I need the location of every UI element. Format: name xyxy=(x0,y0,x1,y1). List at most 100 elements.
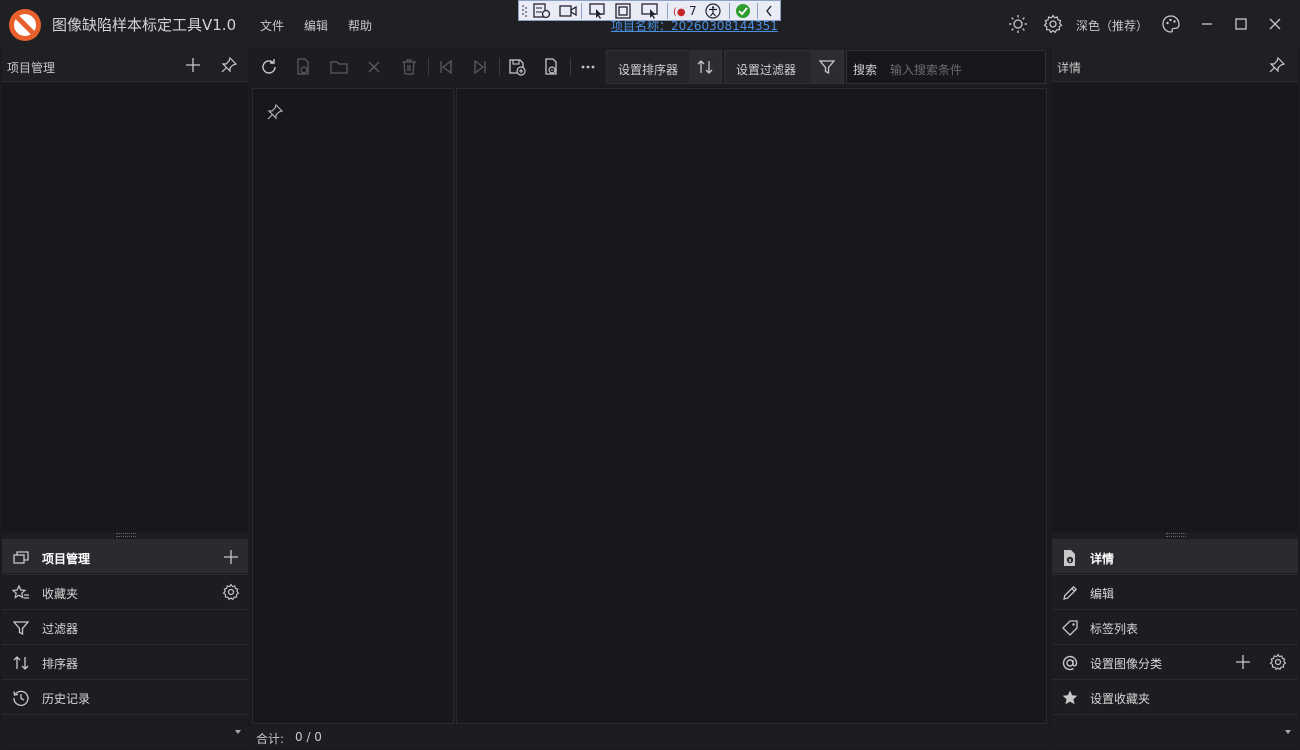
total-count: 0 / 0 xyxy=(295,730,322,744)
sorter-group: 设置排序器 xyxy=(606,50,722,84)
sun-icon[interactable] xyxy=(1007,13,1029,35)
svg-text:(●): (●) xyxy=(673,7,687,18)
binding-failures-count: 7 xyxy=(689,4,697,18)
project-icon xyxy=(13,551,29,564)
app-title: 图像缺陷样本标定工具V1.0 xyxy=(52,16,237,34)
menu-help[interactable]: 帮助 xyxy=(348,17,372,34)
menu-file[interactable]: 文件 xyxy=(260,17,284,34)
debug-toolbar: (●) 7 xyxy=(518,0,781,21)
app-logo-icon xyxy=(8,8,42,42)
nav-label: 收藏夹 xyxy=(42,587,79,601)
refresh-icon[interactable] xyxy=(259,57,279,77)
nav-image-category[interactable]: 设置图像分类 xyxy=(1052,644,1298,678)
nav-label: 项目管理 xyxy=(42,552,91,566)
set-filter-button[interactable]: 设置过滤器 xyxy=(736,61,796,78)
nav-edit[interactable]: 编辑 xyxy=(1052,574,1298,608)
theme-selector[interactable]: 深色（推荐） xyxy=(1076,17,1148,34)
nav-details[interactable]: 详情 xyxy=(1052,539,1298,573)
settings-gear-icon[interactable] xyxy=(1042,13,1064,35)
live-tree-icon[interactable] xyxy=(533,3,551,19)
add-category-icon[interactable] xyxy=(1234,653,1252,671)
sort-direction-button[interactable] xyxy=(689,51,721,83)
add-project-icon[interactable] xyxy=(184,56,202,74)
set-sorter-button[interactable]: 设置排序器 xyxy=(618,61,678,78)
filter-icon xyxy=(12,621,30,636)
minimize-icon[interactable] xyxy=(1196,13,1218,35)
first-icon[interactable] xyxy=(436,57,456,77)
track-focus-icon[interactable] xyxy=(641,3,661,19)
overflow-down-icon[interactable] xyxy=(234,729,242,735)
nav-history[interactable]: 历史记录 xyxy=(2,679,248,713)
right-panel-header: 详情 xyxy=(1052,48,1298,82)
nav-label: 详情 xyxy=(1090,552,1115,566)
nav-set-favorites[interactable]: 设置收藏夹 xyxy=(1052,679,1298,713)
search-box[interactable]: 搜索 输入搜索条件 xyxy=(846,50,1046,84)
overflow-down-icon[interactable] xyxy=(1284,729,1292,735)
collapse-icon[interactable] xyxy=(763,3,775,19)
check-icon[interactable] xyxy=(735,3,751,19)
select-element-icon[interactable] xyxy=(589,3,607,19)
search-input[interactable]: 输入搜索条件 xyxy=(890,61,962,78)
right-splitter-grip[interactable] xyxy=(1166,533,1186,537)
right-nav-overflow xyxy=(1052,714,1298,748)
left-panel-title: 项目管理 xyxy=(7,61,56,75)
save-add-icon[interactable] xyxy=(507,57,527,77)
nav-filter[interactable]: 过滤器 xyxy=(2,609,248,643)
maximize-icon[interactable] xyxy=(1230,13,1252,35)
delete-trash-icon[interactable] xyxy=(399,57,419,77)
remove-icon[interactable] xyxy=(364,57,384,77)
nav-project-management[interactable]: 项目管理 xyxy=(2,539,248,573)
open-folder-icon[interactable] xyxy=(329,57,349,77)
star-list-icon xyxy=(12,584,29,599)
nav-tag-list[interactable]: 标签列表 xyxy=(1052,609,1298,643)
at-icon xyxy=(1062,655,1078,671)
sort-icon xyxy=(697,60,713,74)
import-file-icon[interactable] xyxy=(293,57,313,77)
nav-label: 过滤器 xyxy=(42,622,79,636)
project-tree-area xyxy=(2,83,248,532)
search-label: 搜索 xyxy=(853,63,878,77)
export-file-icon[interactable] xyxy=(541,57,561,77)
left-splitter-grip[interactable] xyxy=(116,533,136,537)
unpin-icon[interactable] xyxy=(1268,56,1286,74)
menu-edit[interactable]: 编辑 xyxy=(304,17,328,34)
grip-icon[interactable] xyxy=(521,3,527,19)
image-list-pane xyxy=(456,88,1047,724)
history-icon xyxy=(13,690,29,706)
nav-label: 标签列表 xyxy=(1090,622,1139,636)
nav-label: 排序器 xyxy=(42,657,79,671)
details-area xyxy=(1052,83,1298,532)
binding-failures-icon[interactable]: (●) xyxy=(673,3,687,19)
nav-sorter[interactable]: 排序器 xyxy=(2,644,248,678)
nav-label: 设置收藏夹 xyxy=(1090,692,1151,706)
accessibility-icon[interactable] xyxy=(705,3,721,19)
adorner-icon[interactable] xyxy=(615,3,633,19)
status-footer: 合计: 0 / 0 xyxy=(250,726,1050,748)
sort-icon xyxy=(13,656,29,670)
more-icon[interactable] xyxy=(578,57,598,77)
left-panel-header: 项目管理 xyxy=(2,48,248,82)
filter-group: 设置过滤器 xyxy=(724,50,844,84)
right-panel-title: 详情 xyxy=(1057,61,1082,75)
favorites-settings-icon[interactable] xyxy=(222,583,240,601)
left-nav-overflow xyxy=(2,714,248,748)
close-icon[interactable] xyxy=(1264,13,1286,35)
tag-icon xyxy=(1062,620,1078,636)
record-video-icon[interactable] xyxy=(559,3,577,19)
file-info-icon xyxy=(1064,550,1075,566)
nav-label: 历史记录 xyxy=(42,692,91,706)
star-icon xyxy=(1062,690,1078,705)
category-settings-icon[interactable] xyxy=(1269,653,1287,671)
total-label: 合计: xyxy=(256,732,285,746)
folder-tree-pane xyxy=(252,88,454,724)
palette-icon[interactable] xyxy=(1160,13,1182,35)
nav-label: 设置图像分类 xyxy=(1090,657,1163,671)
pin-icon[interactable] xyxy=(220,56,238,74)
filter-toggle-button[interactable] xyxy=(811,51,843,83)
add-icon[interactable] xyxy=(222,548,240,566)
nav-favorites[interactable]: 收藏夹 xyxy=(2,574,248,608)
pin-icon[interactable] xyxy=(266,103,284,121)
pencil-icon xyxy=(1063,585,1078,600)
last-icon[interactable] xyxy=(470,57,490,77)
filter-icon xyxy=(818,60,836,75)
